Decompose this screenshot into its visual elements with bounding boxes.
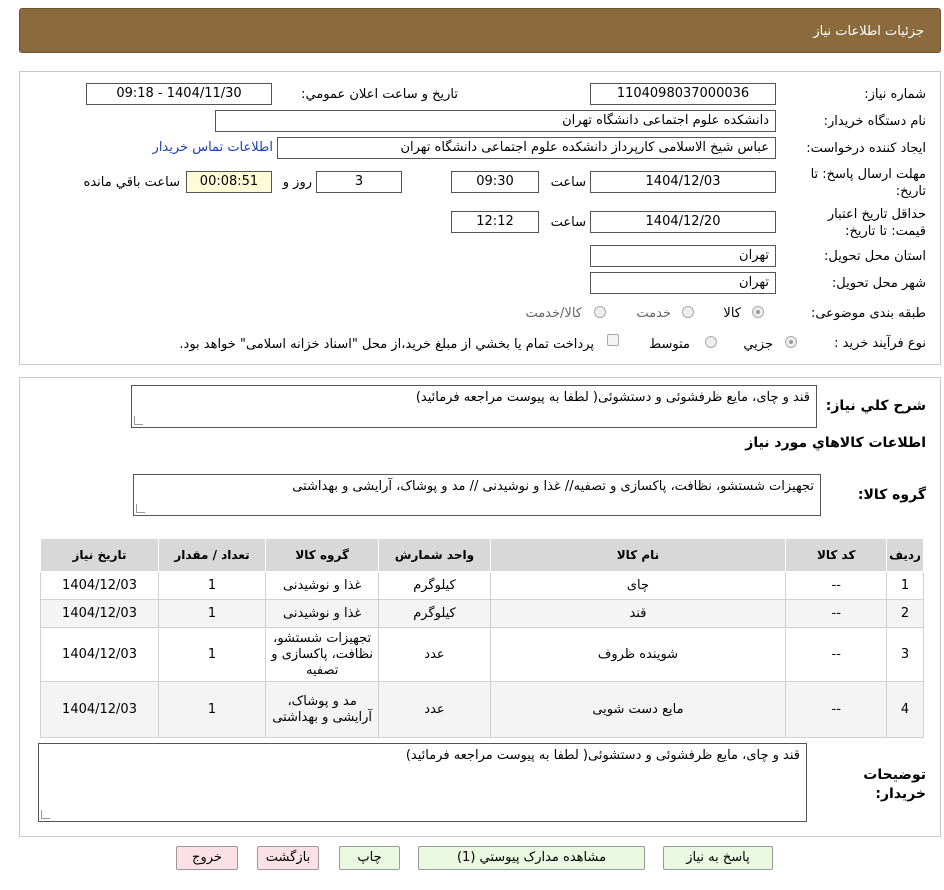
cell-code: -- xyxy=(785,599,888,628)
cell-name: شوینده ظروف xyxy=(489,627,787,682)
city-field: تهران xyxy=(590,272,776,294)
cell-unit: عدد xyxy=(378,627,491,682)
deadline-hour-label: ساعت xyxy=(550,175,586,190)
table-header-row: رديف کد کالا نام کالا واحد شمارش گروه کا… xyxy=(39,538,924,572)
deadline-date-field: 1404/12/03 xyxy=(590,171,776,193)
deadline-label: مهلت ارسال پاسخ: تا تاریخ: xyxy=(810,167,926,199)
cell-date: 1404/12/03 xyxy=(39,627,160,682)
category-both-radio[interactable] xyxy=(594,306,606,318)
table-row: 1 -- چای کیلوگرم غذا و نوشیدنی 1 1404/12… xyxy=(39,571,924,600)
province-field: تهران xyxy=(590,245,776,267)
creator-label: ايجاد كننده درخواست: xyxy=(806,141,926,156)
goods-info-title: اطلاعات کالاهاي مورد نياز xyxy=(745,435,926,451)
cell-unit: عدد xyxy=(378,681,491,738)
cell-date: 1404/12/03 xyxy=(39,571,160,600)
cell-code: -- xyxy=(785,681,888,738)
table-row: 3 -- شوینده ظروف عدد تجهیزات شستشو، نظاف… xyxy=(39,627,924,682)
table-row: 2 -- قند کیلوگرم غذا و نوشیدنی 1 1404/12… xyxy=(39,599,924,628)
attachments-button[interactable]: مشاهده مدارک پيوستي (1) xyxy=(418,846,645,870)
col-group: گروه کالا xyxy=(264,538,380,572)
buyer-notes-textarea[interactable]: قند و چای، مایع ظرفشوئی و دستشوئی( لطفا … xyxy=(38,743,807,822)
cell-row: 4 xyxy=(886,681,924,738)
resize-grip-icon[interactable] xyxy=(41,810,50,819)
exit-button[interactable]: خروج xyxy=(176,846,238,870)
cell-qty: 1 xyxy=(158,627,266,682)
validity-time-field: 12:12 xyxy=(451,211,539,233)
resize-grip-icon[interactable] xyxy=(136,504,145,513)
cell-code: -- xyxy=(785,627,888,682)
buyer-org-label: نام دستگاه خريدار: xyxy=(823,114,926,129)
resize-grip-icon[interactable] xyxy=(134,416,143,425)
cell-date: 1404/12/03 xyxy=(39,599,160,628)
remaining-time-field: 00:08:51 xyxy=(186,171,272,193)
page-title: جزئیات اطلاعات نیاز xyxy=(813,24,924,39)
city-label: شهر محل تحويل: xyxy=(831,276,926,291)
cell-group: تجهیزات شستشو، نظافت، پاکسازی و تصفیه xyxy=(264,627,380,682)
creator-field: عباس شیخ الاسلامی کارپرداز دانشکده علوم … xyxy=(277,137,776,159)
cell-row: 3 xyxy=(886,627,924,682)
need-number-field: 1104098037000036 xyxy=(590,83,776,105)
page-header: جزئیات اطلاعات نیاز xyxy=(19,8,941,53)
category-goods-radio[interactable] xyxy=(752,306,764,318)
cell-unit: کیلوگرم xyxy=(378,571,491,600)
days-field: 3 xyxy=(316,171,402,193)
category-label: طبقه بندی موضوعی: xyxy=(810,306,926,321)
cell-group: مد و پوشاک، آرایشی و بهداشتی xyxy=(264,681,380,738)
back-button[interactable]: بازگشت xyxy=(257,846,319,870)
col-qty: تعداد / مقدار xyxy=(158,538,266,572)
cell-group: غذا و نوشیدنی xyxy=(264,571,380,600)
announce-label: تاریخ و ساعت اعلان عمومي: xyxy=(301,87,458,102)
table-row: 4 -- مایع دست شویی عدد مد و پوشاک، آرایش… xyxy=(39,681,924,738)
cell-qty: 1 xyxy=(158,599,266,628)
cell-row: 1 xyxy=(886,571,924,600)
cell-name: قند xyxy=(489,599,787,628)
validity-label: حداقل تاريخ اعتبار قيمت: تا تاريخ: xyxy=(827,207,926,239)
process-medium-label: متوسط xyxy=(649,337,690,352)
col-date: تاريخ نياز xyxy=(39,538,160,572)
days-label: روز و xyxy=(282,175,312,190)
process-minor-radio[interactable] xyxy=(785,336,797,348)
cell-name: چای xyxy=(489,571,787,600)
cell-qty: 1 xyxy=(158,681,266,738)
buyer-org-field: دانشکده علوم اجتماعی دانشگاه تهران xyxy=(215,110,776,132)
province-label: استان محل تحويل: xyxy=(824,249,926,264)
payment-note: پرداخت تمام يا بخشي از مبلغ خريد،از محل … xyxy=(179,337,594,352)
announce-field: 1404/11/30 - 09:18 xyxy=(86,83,272,105)
col-unit: واحد شمارش xyxy=(378,538,491,572)
process-label: نوع فرآيند خريد : xyxy=(834,336,926,351)
treasury-checkbox[interactable] xyxy=(607,334,619,346)
goods-group-textarea[interactable]: تجهیزات شستشو، نظافت، پاکسازی و تصفیه// … xyxy=(133,474,821,516)
validity-hour-label: ساعت xyxy=(550,215,586,230)
cell-row: 2 xyxy=(886,599,924,628)
process-medium-radio[interactable] xyxy=(705,336,717,348)
reply-button[interactable]: پاسخ به نياز xyxy=(663,846,773,870)
summary-textarea[interactable]: قند و چای، مایع ظرفشوئی و دستشوئی( لطفا … xyxy=(131,385,817,428)
category-service-label: خدمت xyxy=(636,306,671,321)
cell-date: 1404/12/03 xyxy=(39,681,160,738)
cell-code: -- xyxy=(785,571,888,600)
col-row: رديف xyxy=(886,538,924,572)
process-minor-label: جزیي xyxy=(743,337,773,352)
need-number-label: شماره نیاز: xyxy=(864,87,926,102)
col-name: نام کالا xyxy=(489,538,787,572)
items-table: رديف کد کالا نام کالا واحد شمارش گروه کا… xyxy=(39,538,924,738)
print-button[interactable]: چاپ xyxy=(339,846,400,870)
buyer-notes-label: توضيحات خريدار: xyxy=(863,767,926,802)
remaining-label: ساعت باقي مانده xyxy=(83,175,180,190)
cell-group: غذا و نوشیدنی xyxy=(264,599,380,628)
summary-label: شرح كلي نياز: xyxy=(825,398,926,414)
category-both-label: كالا/خدمت xyxy=(525,306,582,321)
category-goods-label: كالا xyxy=(723,306,741,321)
buyer-contact-link[interactable]: اطلاعات تماس خريدار xyxy=(153,140,273,155)
cell-name: مایع دست شویی xyxy=(489,681,787,738)
deadline-time-field: 09:30 xyxy=(451,171,539,193)
category-service-radio[interactable] xyxy=(682,306,694,318)
cell-qty: 1 xyxy=(158,571,266,600)
validity-date-field: 1404/12/20 xyxy=(590,211,776,233)
goods-group-label: گروه کالا: xyxy=(857,487,926,503)
col-code: کد کالا xyxy=(785,538,888,572)
cell-unit: کیلوگرم xyxy=(378,599,491,628)
